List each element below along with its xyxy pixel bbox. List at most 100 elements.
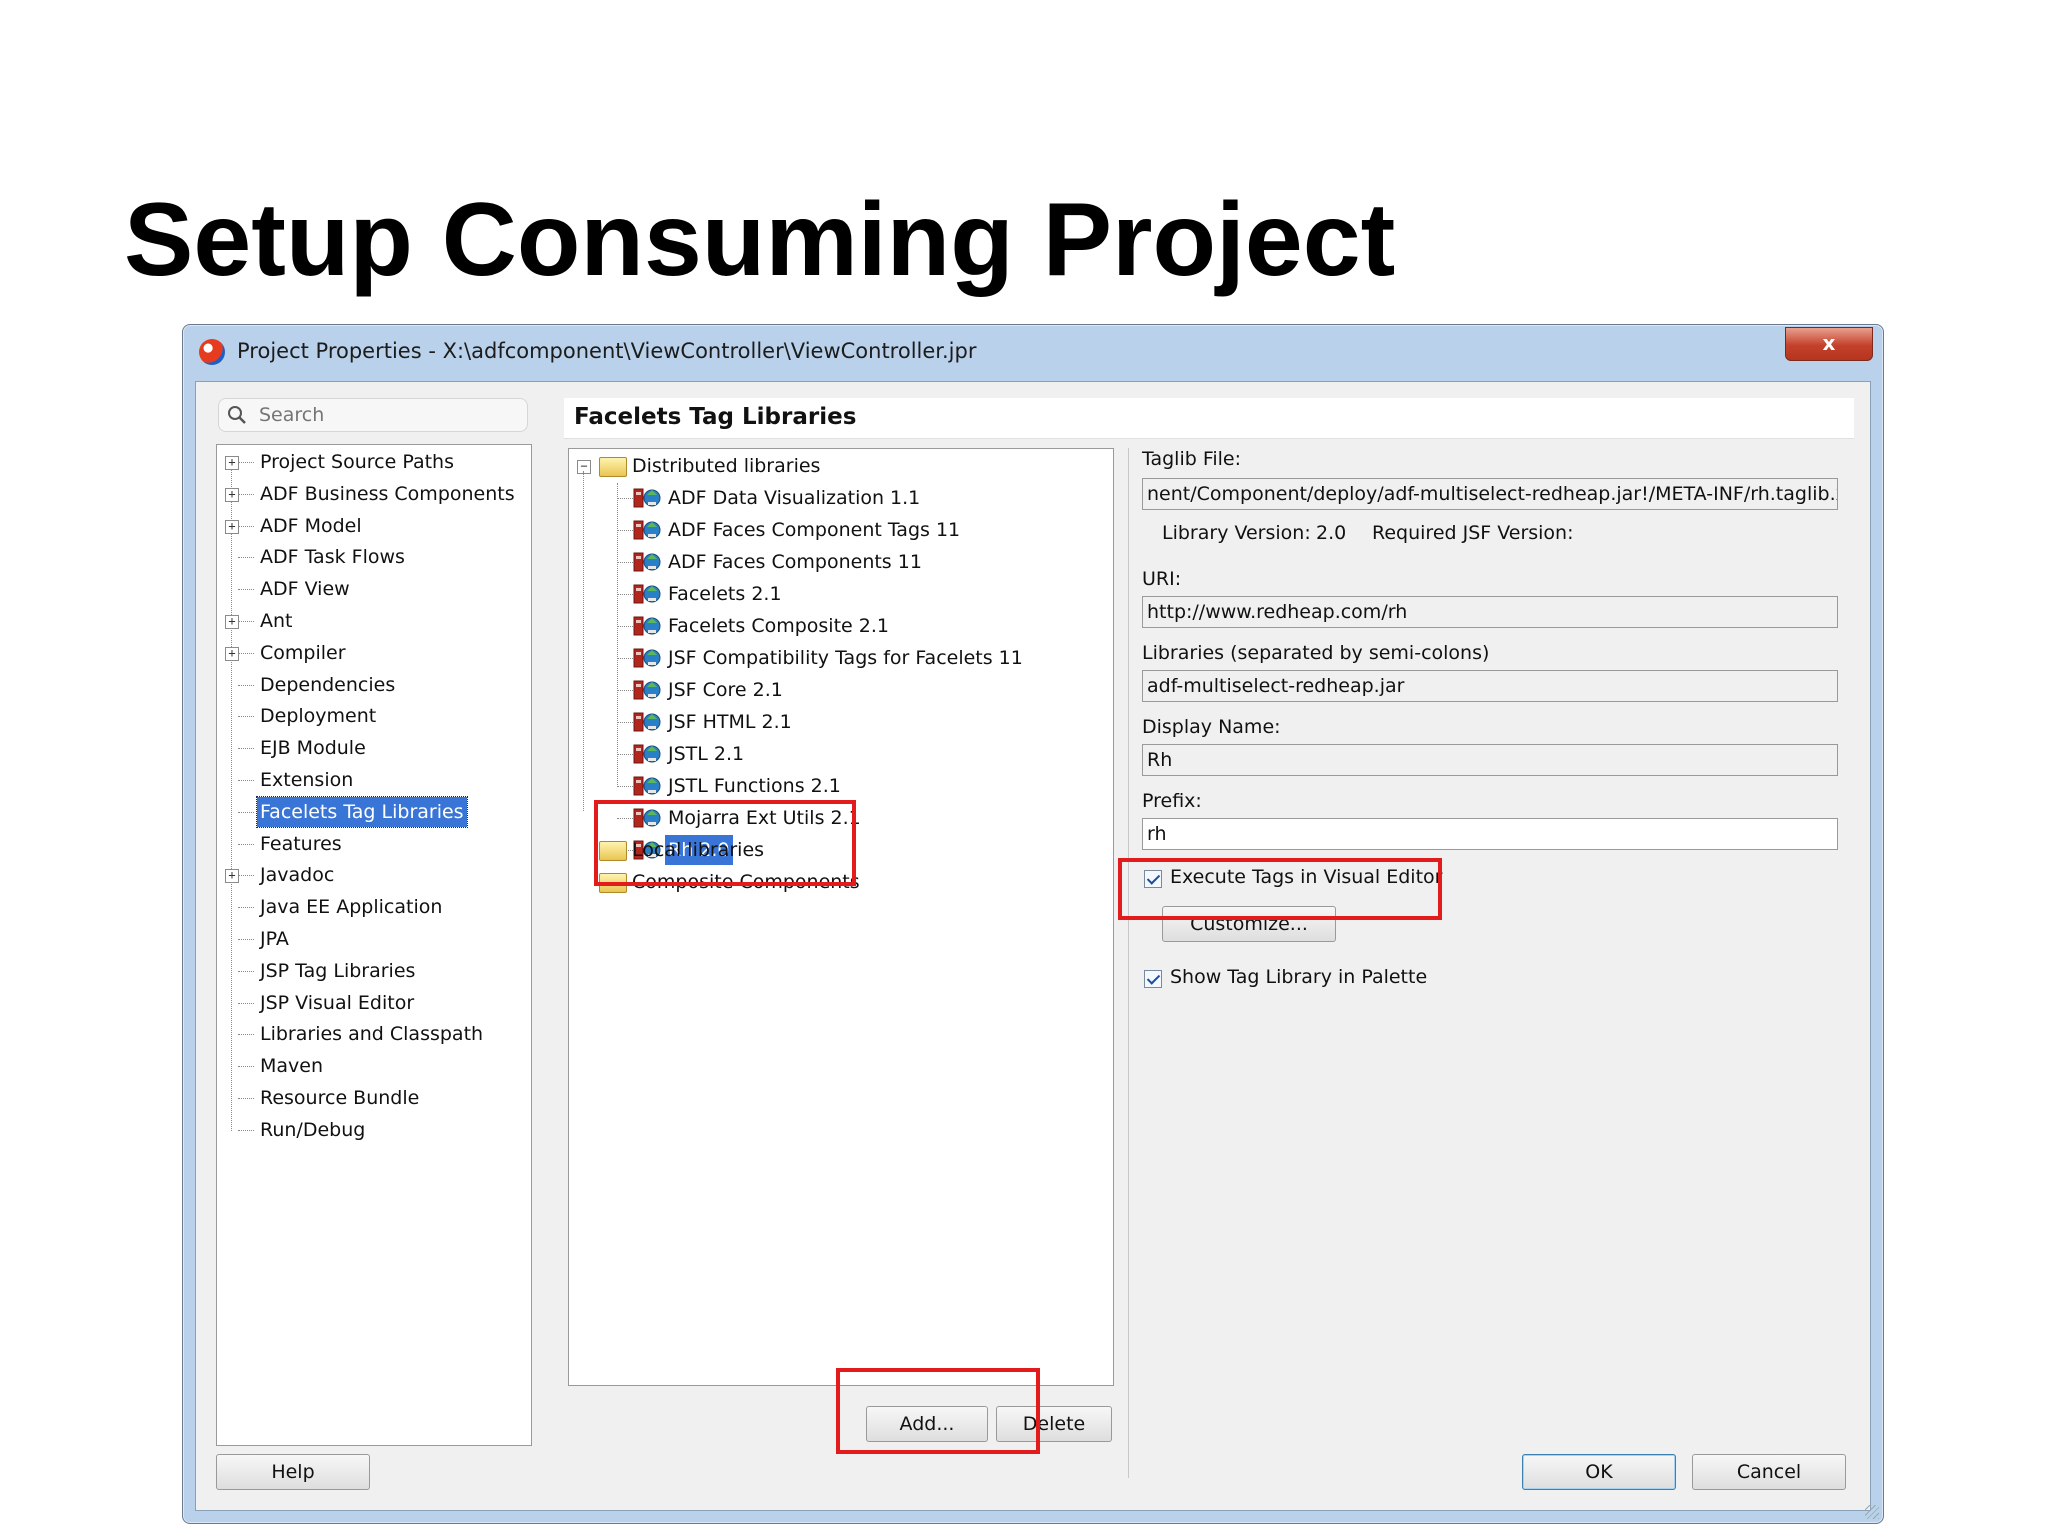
required-jsf-version-label: Required JSF Version: (1372, 522, 1574, 544)
tree-connector (238, 557, 254, 559)
slide-title: Setup Consuming Project (124, 182, 1396, 298)
close-button[interactable]: x (1785, 327, 1873, 361)
nav-item[interactable]: + Ant (217, 606, 531, 636)
libraries-label: Libraries (separated by semi-colons) (1142, 642, 1490, 664)
library-item-label: JSF Compatibility Tags for Facelets 11 (668, 647, 1023, 669)
panel-divider (1128, 448, 1129, 1478)
nav-item-label: JPA (260, 928, 289, 950)
nav-item[interactable]: ADF View (217, 574, 531, 604)
nav-item[interactable]: Extension (217, 765, 531, 795)
folder-icon (599, 457, 627, 477)
resize-grip[interactable] (1865, 1505, 1879, 1519)
execute-tags-label[interactable]: Execute Tags in Visual Editor (1170, 866, 1442, 888)
tree-connector (238, 780, 254, 781)
libraries-field[interactable]: adf-multiselect-redheap.jar (1142, 670, 1838, 702)
nav-item[interactable]: + Compiler (217, 638, 531, 668)
tree-connector (617, 530, 633, 531)
nav-item[interactable]: Dependencies (217, 670, 531, 700)
tree-connector (238, 811, 254, 813)
tree-connector (238, 716, 254, 718)
nav-item[interactable]: Java EE Application (217, 892, 531, 922)
title-bar[interactable]: Project Properties - X:\adfcomponent\Vie… (183, 325, 1883, 381)
tree-connector (238, 684, 254, 686)
expand-toggle-icon[interactable]: + (225, 615, 239, 629)
display-name-label: Display Name: (1142, 716, 1281, 738)
nav-item[interactable]: Features (217, 829, 531, 859)
nav-item[interactable]: + Project Source Paths (217, 447, 531, 477)
tag-library-icon (633, 774, 663, 798)
tag-library-icon (633, 806, 663, 830)
nav-item[interactable]: JPA (217, 924, 531, 954)
nav-item[interactable]: JSP Tag Libraries (217, 956, 531, 986)
taglib-file-field[interactable]: nent/Component/deploy/adf-multiselect-re… (1142, 478, 1838, 510)
nav-item-label: Dependencies (260, 673, 396, 696)
tree-connector (238, 907, 254, 909)
nav-item[interactable]: ADF Task Flows (217, 542, 531, 572)
nav-item-label: Project Source Paths (260, 451, 454, 473)
tag-library-icon (633, 582, 663, 606)
expand-toggle-icon[interactable]: + (225, 646, 239, 661)
nav-item[interactable]: Libraries and Classpath (217, 1019, 531, 1049)
nav-item[interactable]: + ADF Business Components (217, 479, 531, 509)
dialog-content: + Project Source Paths + ADF Business Compo… (195, 381, 1871, 1511)
tree-connector (238, 493, 254, 495)
tree-node-label: Composite Components (632, 871, 860, 893)
library-item-label: ADF Data Visualization 1.1 (668, 487, 921, 509)
expand-toggle-icon[interactable]: + (225, 519, 239, 534)
nav-item-label: Libraries and Classpath (260, 1023, 484, 1046)
nav-item[interactable]: Maven (217, 1051, 531, 1081)
library-item-label: Mojarra Ext Utils 2.1 (668, 807, 861, 829)
tag-library-icon (633, 518, 663, 542)
search-input[interactable] (257, 401, 523, 429)
tag-library-icon (633, 486, 663, 510)
tree-connector (238, 621, 254, 622)
nav-item[interactable]: EJB Module (217, 733, 531, 763)
delete-button[interactable]: Delete (996, 1406, 1112, 1442)
collapse-toggle[interactable]: − (577, 460, 591, 474)
nav-item[interactable]: Resource Bundle (217, 1083, 531, 1113)
tree-connector (617, 562, 633, 563)
folder-icon (599, 873, 627, 893)
add-button[interactable]: Add... (866, 1406, 988, 1442)
nav-item[interactable]: Deployment (217, 701, 531, 731)
tree-connector (617, 818, 633, 819)
nav-item-label: Deployment (260, 705, 377, 728)
customize-button[interactable]: Customize... (1162, 906, 1336, 942)
nav-item[interactable]: + ADF Model (217, 511, 531, 541)
expand-toggle-icon[interactable]: + (225, 456, 239, 470)
library-item-label: JSF Core 2.1 (668, 679, 783, 701)
nav-item[interactable]: Run/Debug (217, 1115, 531, 1145)
help-button[interactable]: Help (216, 1454, 370, 1490)
tree-connector (238, 462, 254, 463)
tree-connector (238, 939, 254, 940)
tree-connector (238, 652, 254, 654)
tree-guide-line (583, 471, 584, 811)
tag-library-icon (633, 742, 663, 766)
tree-connector (238, 1034, 254, 1036)
cancel-button[interactable]: Cancel (1692, 1454, 1846, 1490)
nav-item-label: Resource Bundle (260, 1087, 420, 1109)
tree-connector (238, 1098, 254, 1099)
search-box[interactable] (218, 398, 528, 432)
show-in-palette-checkbox[interactable] (1144, 970, 1162, 988)
display-name-field[interactable]: Rh (1142, 744, 1838, 776)
nav-item[interactable]: Facelets Tag Libraries (217, 795, 531, 828)
expand-toggle-icon[interactable]: + (225, 869, 239, 884)
project-properties-dialog: Project Properties - X:\adfcomponent\Vie… (182, 324, 1884, 1524)
tree-guide-line (617, 483, 618, 785)
expand-toggle-icon[interactable]: + (225, 487, 239, 502)
nav-item[interactable]: + Javadoc (217, 860, 531, 890)
nav-item[interactable]: JSP Visual Editor (217, 988, 531, 1018)
tag-library-icon (633, 614, 663, 638)
show-in-palette-label[interactable]: Show Tag Library in Palette (1170, 966, 1427, 988)
ok-button[interactable]: OK (1522, 1454, 1676, 1490)
prefix-field[interactable]: rh (1142, 818, 1838, 850)
nav-item-label: ADF View (260, 578, 350, 601)
jdeveloper-app-icon (199, 339, 225, 365)
uri-field[interactable]: http://www.redheap.com/rh (1142, 596, 1838, 628)
tree-connector (238, 1129, 254, 1131)
execute-tags-checkbox[interactable] (1144, 870, 1162, 888)
tree-connector (617, 626, 633, 627)
nav-item-label: ADF Task Flows (260, 546, 405, 569)
nav-item-label: Maven (260, 1055, 324, 1078)
